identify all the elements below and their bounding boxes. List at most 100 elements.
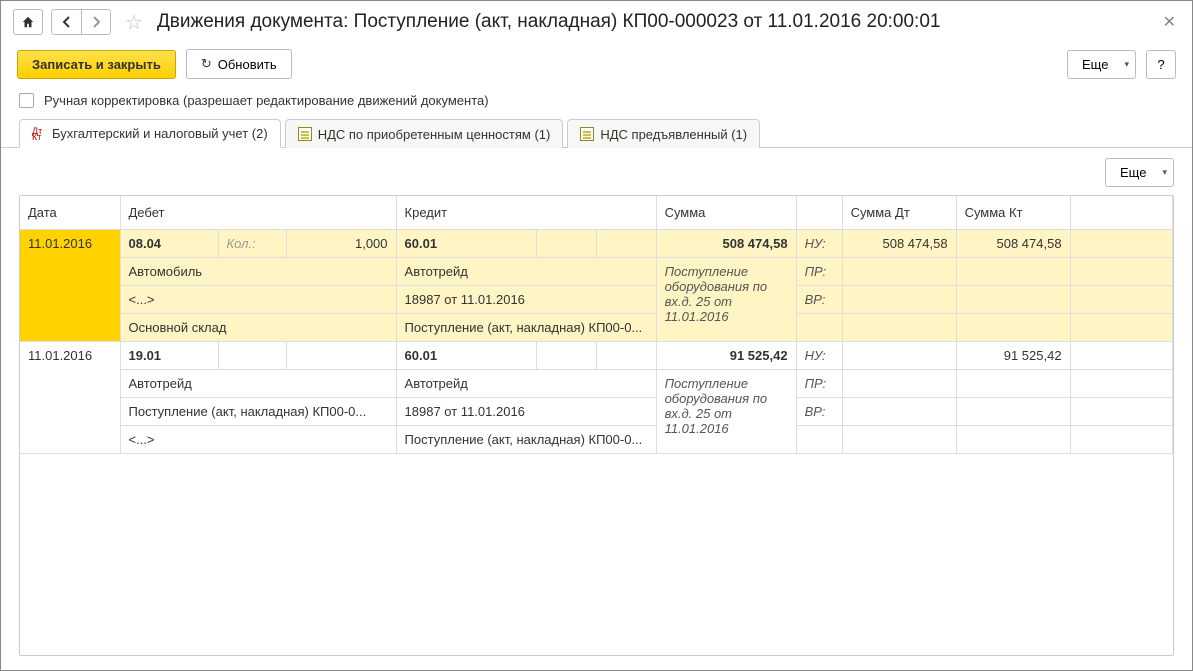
cell-credit-an1: Автотрейд [396,370,656,398]
cell-empty [536,230,596,258]
cell-credit-an2: 18987 от 11.01.2016 [396,398,656,426]
cell-debit-an3: Основной склад [120,314,396,342]
cell-qty: 1,000 [286,230,396,258]
posting-subrow[interactable]: Поступление (акт, накладная) КП00-0... 1… [20,398,1173,426]
dtkt-icon [32,128,46,140]
cell-sum: 91 525,42 [656,342,796,370]
tab-content: Еще Дата Дебет Кредит Сумма Сумма Дт [1,148,1192,670]
posting-subrow[interactable]: <...> Поступление (акт, накладная) КП00-… [20,426,1173,454]
cell-empty [1070,258,1172,286]
manual-edit-checkbox[interactable] [19,93,34,108]
col-credit[interactable]: Кредит [396,196,656,230]
cell-empty [1070,314,1172,342]
more-button[interactable]: Еще [1067,50,1136,79]
cell-empty [596,230,656,258]
cell-qty-label: Кол.: [218,230,286,258]
help-button[interactable]: ? [1146,50,1176,79]
cell-sumkt: 91 525,42 [956,342,1070,370]
cell-empty [796,314,842,342]
main-toolbar: Записать и закрыть Обновить Еще ? [1,43,1192,89]
cell-qty [286,342,396,370]
favorite-star-icon[interactable]: ☆ [125,10,143,35]
save-and-close-button[interactable]: Записать и закрыть [17,50,176,79]
cell-empty [956,314,1070,342]
cell-empty [842,314,956,342]
cell-empty [536,342,596,370]
refresh-button[interactable]: Обновить [186,49,292,79]
col-tag[interactable] [796,196,842,230]
cell-tag-vr: ВР: [796,398,842,426]
doc-icon [298,127,312,141]
cell-empty [1070,286,1172,314]
tab-vat-purchased-label: НДС по приобретенным ценностям (1) [318,127,551,142]
arrow-right-icon [90,16,102,28]
titlebar: ☆ Движения документа: Поступление (акт, … [1,1,1192,43]
cell-debit-an1: Автотрейд [120,370,396,398]
cell-credit-an3: Поступление (акт, накладная) КП00-0... [396,426,656,454]
cell-debit-acc: 19.01 [120,342,218,370]
cell-empty [842,398,956,426]
manual-edit-label: Ручная корректировка (разрешает редактир… [44,93,489,108]
back-button[interactable] [51,9,81,35]
cell-empty [842,286,956,314]
cell-empty [796,426,842,454]
cell-empty [956,286,1070,314]
cell-sumdt: 508 474,58 [842,230,956,258]
tab-accounting-label: Бухгалтерский и налоговый учет (2) [52,126,268,141]
arrow-left-icon [61,16,73,28]
cell-empty [956,426,1070,454]
cell-debit-an2: Поступление (акт, накладная) КП00-0... [120,398,396,426]
col-sumkt[interactable]: Сумма Кт [956,196,1070,230]
cell-desc: Поступление оборудования по вх.д. 25 от … [656,258,796,342]
cell-credit-acc: 60.01 [396,342,536,370]
posting-subrow[interactable]: Основной склад Поступление (акт, накладн… [20,314,1173,342]
tab-vat-charged[interactable]: НДС предъявленный (1) [567,119,760,148]
posting-subrow[interactable]: Автомобиль Автотрейд Поступление оборудо… [20,258,1173,286]
cell-debit-acc: 08.04 [120,230,218,258]
cell-sum: 508 474,58 [656,230,796,258]
cell-tag-nu: НУ: [796,230,842,258]
cell-empty [218,342,286,370]
cell-empty [956,370,1070,398]
grid-toolbar: Еще [19,158,1174,195]
col-sumdt[interactable]: Сумма Дт [842,196,956,230]
cell-empty [596,342,656,370]
cell-empty [842,426,956,454]
grid-body: 11.01.2016 08.04 Кол.: 1,000 60.01 508 4… [20,230,1173,454]
col-debit[interactable]: Дебет [120,196,396,230]
cell-sumdt [842,342,956,370]
posting-subrow[interactable]: <...> 18987 от 11.01.2016 ВР: [20,286,1173,314]
cell-debit-an2: <...> [120,286,396,314]
manual-edit-row: Ручная корректировка (разрешает редактир… [1,89,1192,118]
cell-tag-pr: ПР: [796,258,842,286]
home-icon [21,15,35,29]
cell-empty [1070,398,1172,426]
cell-empty [842,258,956,286]
cell-empty [1070,230,1172,258]
postings-grid[interactable]: Дата Дебет Кредит Сумма Сумма Дт Сумма К… [19,195,1174,656]
close-icon[interactable]: ✕ [1159,12,1180,32]
cell-desc: Поступление оборудования по вх.д. 25 от … [656,370,796,454]
cell-tag-nu: НУ: [796,342,842,370]
posting-subrow[interactable]: Автотрейд Автотрейд Поступление оборудов… [20,370,1173,398]
cell-sumkt: 508 474,58 [956,230,1070,258]
cell-empty [956,258,1070,286]
cell-empty [1070,426,1172,454]
posting-row[interactable]: 11.01.2016 19.01 60.01 91 525,42 НУ: 91 … [20,342,1173,370]
cell-credit-an2: 18987 от 11.01.2016 [396,286,656,314]
col-date[interactable]: Дата [20,196,120,230]
document-movements-window: ☆ Движения документа: Поступление (акт, … [0,0,1193,671]
col-sum[interactable]: Сумма [656,196,796,230]
grid-more-button[interactable]: Еще [1105,158,1174,187]
posting-row[interactable]: 11.01.2016 08.04 Кол.: 1,000 60.01 508 4… [20,230,1173,258]
cell-credit-acc: 60.01 [396,230,536,258]
forward-button[interactable] [81,9,111,35]
grid-header-row: Дата Дебет Кредит Сумма Сумма Дт Сумма К… [20,196,1173,230]
register-tabs: Бухгалтерский и налоговый учет (2) НДС п… [1,118,1192,148]
cell-tag-vr: ВР: [796,286,842,314]
home-button[interactable] [13,9,43,35]
tab-vat-purchased[interactable]: НДС по приобретенным ценностям (1) [285,119,564,148]
doc-icon [580,127,594,141]
tab-accounting[interactable]: Бухгалтерский и налоговый учет (2) [19,119,281,148]
cell-debit-an1: Автомобиль [120,258,396,286]
